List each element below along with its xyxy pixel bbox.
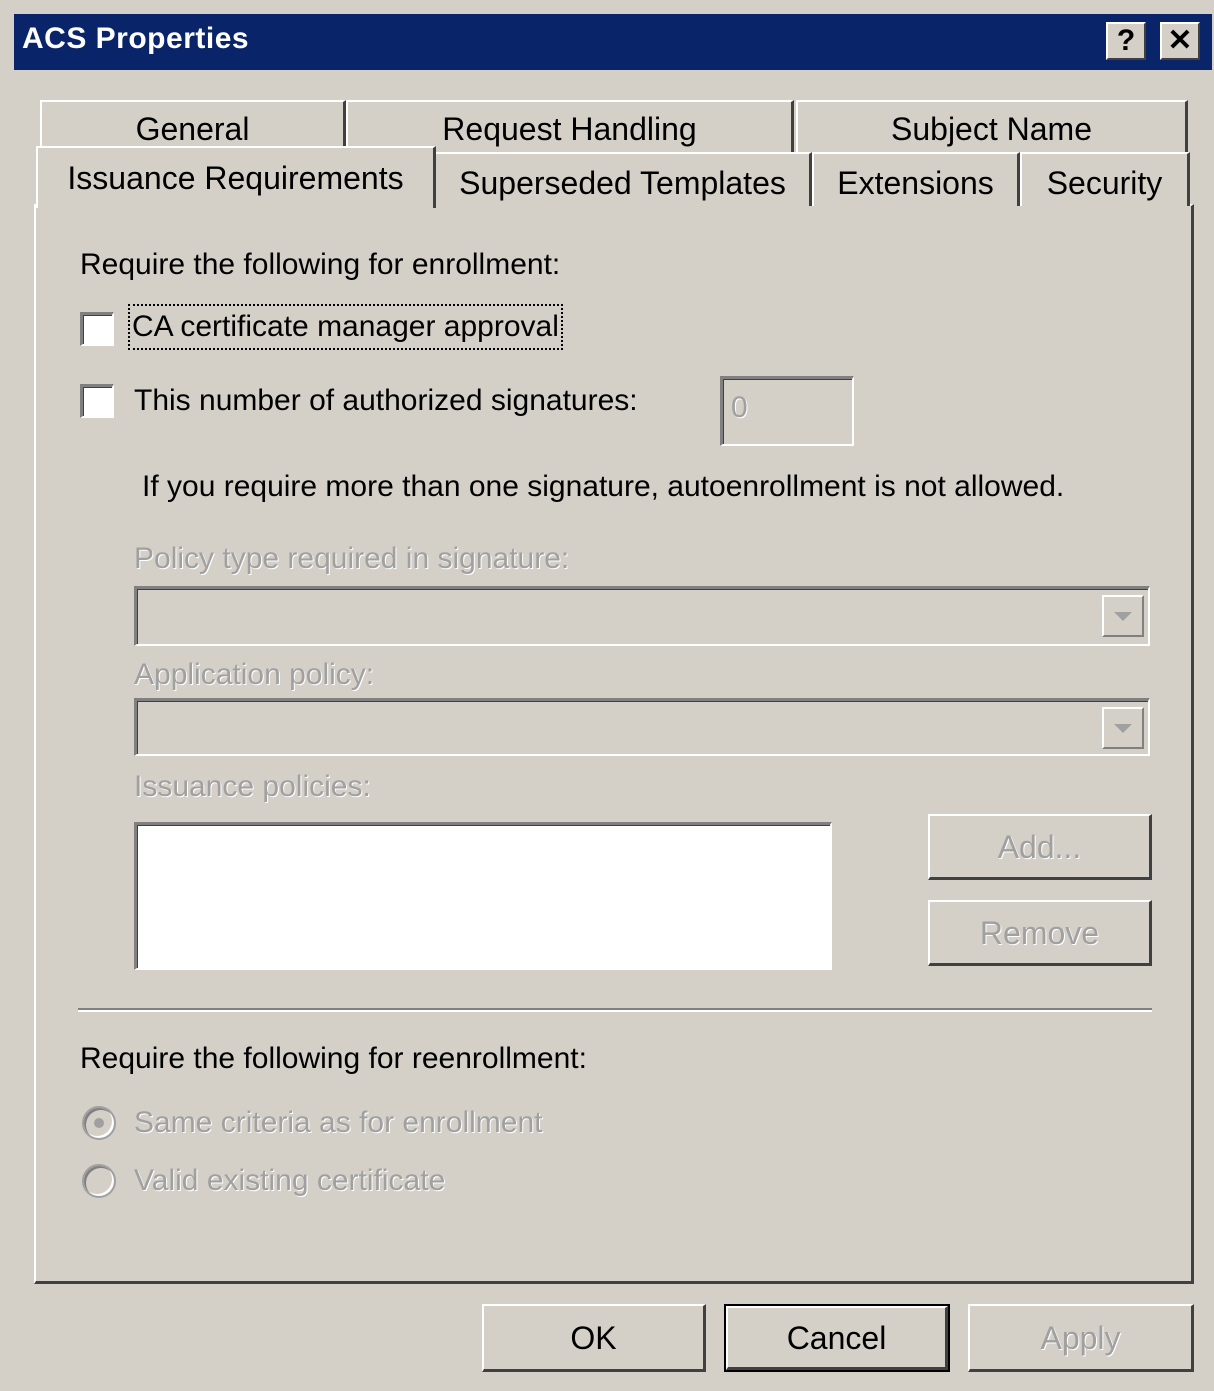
- issuance-policies-label: Issuance policies:: [134, 770, 371, 803]
- radio-valid-existing[interactable]: [82, 1164, 116, 1198]
- add-button[interactable]: Add...: [928, 814, 1152, 880]
- tab-security[interactable]: Security: [1020, 152, 1190, 206]
- ok-button[interactable]: OK: [482, 1304, 706, 1372]
- help-button[interactable]: ?: [1106, 22, 1146, 60]
- chevron-down-icon[interactable]: [1102, 707, 1144, 749]
- section-divider: [78, 1008, 1152, 1012]
- chevron-down-icon[interactable]: [1102, 595, 1144, 637]
- valid-existing-label[interactable]: Valid existing certificate: [134, 1164, 445, 1198]
- signatures-checkbox[interactable]: [80, 384, 114, 418]
- policy-type-select[interactable]: [134, 586, 1150, 646]
- tab-issuance-requirements[interactable]: Issuance Requirements: [36, 146, 436, 208]
- signatures-count-field[interactable]: 0: [720, 376, 854, 446]
- signatures-count-value: 0: [731, 391, 748, 424]
- ca-approval-label[interactable]: CA certificate manager approval: [128, 304, 563, 350]
- close-button[interactable]: ✕: [1160, 22, 1200, 60]
- tab-extensions[interactable]: Extensions: [812, 152, 1020, 206]
- policy-type-label: Policy type required in signature:: [134, 542, 570, 575]
- application-policy-label: Application policy:: [134, 658, 375, 691]
- radio-same-criteria[interactable]: [82, 1106, 116, 1140]
- remove-button[interactable]: Remove: [928, 900, 1152, 966]
- cancel-button[interactable]: Cancel: [724, 1304, 950, 1372]
- application-policy-select[interactable]: [134, 698, 1150, 756]
- reenrollment-heading: Require the following for reenrollment:: [80, 1042, 587, 1075]
- signature-note: If you require more than one signature, …: [142, 470, 1065, 503]
- ca-approval-checkbox[interactable]: [80, 312, 114, 346]
- signatures-label[interactable]: This number of authorized signatures:: [134, 384, 638, 418]
- radio-selected-dot: [94, 1118, 104, 1128]
- issuance-policies-list[interactable]: [134, 822, 832, 970]
- apply-button[interactable]: Apply: [968, 1304, 1194, 1372]
- window-title: ACS Properties: [22, 22, 250, 55]
- tab-superseded-templates[interactable]: Superseded Templates: [434, 152, 812, 206]
- same-criteria-label[interactable]: Same criteria as for enrollment: [134, 1106, 543, 1140]
- enrollment-heading: Require the following for enrollment:: [80, 248, 561, 281]
- tab-subject-name[interactable]: Subject Name: [796, 100, 1188, 154]
- properties-dialog: ACS Properties ? ✕ General Request Handl…: [0, 0, 1214, 1391]
